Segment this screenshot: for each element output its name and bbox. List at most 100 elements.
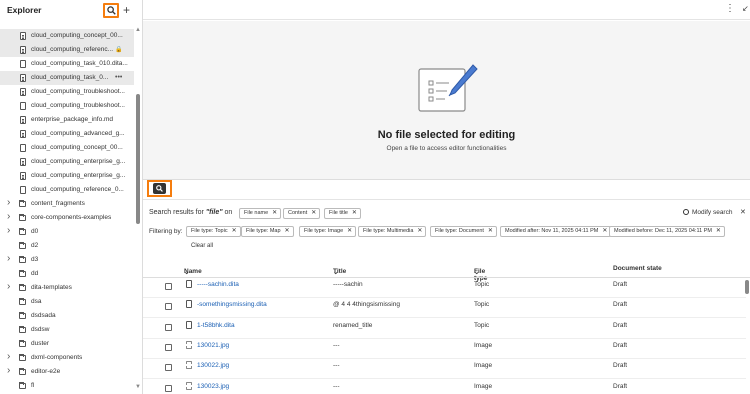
file-name-link[interactable]: -somethingsmissing.dita [197, 301, 267, 308]
table-row[interactable]: -somethingsmissing.dita @ 4 4 4thingsismi… [143, 298, 746, 319]
filter-chip[interactable]: Modified before: Dec 11, 2025 04:11 PM ✕ [609, 226, 725, 237]
chevron-right-icon[interactable]: › [7, 281, 10, 294]
folder-tree-item[interactable]: dsa [0, 295, 134, 309]
folder-tree-item[interactable]: › d0 [0, 225, 134, 239]
file-tree-item[interactable]: cloud_computing_concept_00... [0, 29, 134, 43]
file-tree-item[interactable]: cloud_computing_advanced_g... [0, 127, 134, 141]
file-tree-item[interactable]: cloud_computing_task_0... ••• [0, 71, 134, 85]
chevron-right-icon[interactable]: › [7, 211, 10, 224]
folder-tree-item[interactable]: dsdsw [0, 323, 134, 337]
file-tree-item[interactable]: cloud_computing_task_010.dita... [0, 57, 134, 71]
file-tree-item[interactable]: enterprise_package_info.md [0, 113, 134, 127]
remove-chip-icon[interactable]: ✕ [232, 227, 237, 236]
file-tree-item[interactable]: cloud_computing_referenc... 🔒 [0, 43, 134, 57]
table-row[interactable]: 130023.jpg --- Image Draft [143, 380, 746, 394]
folder-tree-item[interactable]: dsdsada [0, 309, 134, 323]
file-name: cloud_computing_troubleshoot... [31, 88, 125, 95]
results-prefix: Search results for [149, 209, 204, 216]
more-options-icon[interactable]: ⋮ [725, 3, 735, 14]
file-name: cloud_computing_referenc... [31, 46, 114, 53]
filter-chip[interactable]: Modified after: Nov 11, 2025 04:11 PM ✕ [500, 226, 612, 237]
folder-tree-item[interactable]: duster [0, 337, 134, 351]
table-row[interactable]: 1-t58bhk.dita renamed_title Topic Draft [143, 319, 746, 339]
table-row[interactable]: -----sachin.dita -----sachin Topic Draft [143, 278, 746, 298]
table-scrollbar[interactable] [745, 280, 749, 294]
folder-icon [19, 340, 26, 347]
remove-chip-icon[interactable]: ✕ [417, 227, 422, 236]
collapse-arrow-icon[interactable]: ↙ [742, 4, 749, 13]
folder-tree-item[interactable]: › dita-templates [0, 281, 134, 295]
folder-icon [19, 228, 26, 235]
row-checkbox[interactable] [165, 343, 172, 351]
remove-chip-icon[interactable]: ✕ [602, 227, 607, 236]
file-tree-item[interactable]: cloud_computing_troubleshoot... [0, 85, 134, 99]
folder-tree-item[interactable]: d2 [0, 239, 134, 253]
chevron-right-icon[interactable]: › [7, 225, 10, 238]
file-tree-item[interactable]: cloud_computing_concept_00... [0, 141, 134, 155]
folder-icon [19, 284, 26, 291]
file-name: cloud_computing_reference_0... [31, 186, 124, 193]
row-checkbox[interactable] [165, 283, 172, 290]
remove-chip-icon[interactable]: ✕ [488, 227, 493, 236]
scope-chip[interactable]: File title ✕ [324, 208, 361, 219]
row-checkbox[interactable] [165, 384, 172, 392]
filter-chip[interactable]: File type: Image ✕ [299, 226, 357, 237]
add-icon[interactable]: + [123, 3, 130, 17]
folder-tree-item[interactable]: › editor-e2e [0, 365, 134, 379]
filter-chip[interactable]: File type: Map ✕ [241, 226, 294, 237]
remove-chip-icon[interactable]: ✕ [272, 209, 277, 218]
explorer-scrollbar[interactable]: ▲ ▼ [134, 24, 142, 394]
filter-chip[interactable]: File type: Document ✕ [430, 226, 497, 237]
file-name-link[interactable]: 130021.jpg [197, 342, 229, 349]
folder-tree-item[interactable]: › d3 [0, 253, 134, 267]
search-panel-toggle[interactable] [147, 180, 172, 197]
remove-chip-icon[interactable]: ✕ [352, 209, 357, 218]
file-name-link[interactable]: 1-t58bhk.dita [197, 322, 235, 329]
scroll-up-icon[interactable]: ▲ [135, 27, 141, 33]
row-checkbox[interactable] [165, 303, 172, 311]
file-tree-item[interactable]: cloud_computing_enterprise_g... [0, 169, 134, 183]
filter-chip[interactable]: File type: Multimedia ✕ [358, 226, 427, 237]
explorer-search-button[interactable] [103, 3, 119, 18]
row-checkbox[interactable] [165, 364, 172, 372]
file-title: --- [333, 382, 340, 390]
chevron-right-icon[interactable]: › [7, 351, 10, 364]
editor-topbar: ⋮ ↙ [143, 0, 750, 20]
scrollbar-thumb[interactable] [136, 94, 140, 224]
chevron-right-icon[interactable]: › [7, 197, 10, 210]
folder-icon [19, 242, 26, 249]
file-tree-item[interactable]: cloud_computing_enterprise_g... [0, 155, 134, 169]
file-name: cloud_computing_task_0... [31, 74, 109, 81]
table-row[interactable]: 130022.jpg --- Image Draft [143, 359, 746, 380]
chevron-right-icon[interactable]: › [7, 365, 10, 378]
folder-tree-item[interactable]: fl [0, 379, 134, 393]
scope-chip[interactable]: Content ✕ [283, 208, 321, 219]
file-name-link[interactable]: 130023.jpg [197, 383, 229, 390]
search-results-summary: Search results for "file" on [149, 209, 232, 216]
remove-chip-icon[interactable]: ✕ [311, 209, 316, 218]
modify-search-button[interactable]: Modify search [683, 209, 732, 216]
folder-tree-item[interactable]: › dxml-components [0, 351, 134, 365]
row-checkbox[interactable] [165, 323, 172, 331]
table-row[interactable]: 130021.jpg --- Image Draft [143, 339, 746, 359]
remove-chip-icon[interactable]: ✕ [285, 227, 290, 236]
filter-chip[interactable]: File type: Topic ✕ [186, 226, 241, 237]
remove-chip-icon[interactable]: ✕ [716, 227, 721, 236]
more-actions-icon[interactable]: ••• [115, 71, 122, 85]
file-tree-item[interactable]: cloud_computing_reference_0... [0, 183, 134, 197]
file-tree: cloud_computing_concept_00... cloud_compu… [0, 29, 134, 393]
file-name-link[interactable]: 130022.jpg [197, 362, 229, 369]
folder-name: d2 [31, 242, 39, 249]
file-tree-item[interactable]: cloud_computing_troubleshoot... [0, 99, 134, 113]
folder-tree-item[interactable]: dd [0, 267, 134, 281]
scope-chip[interactable]: File name ✕ [239, 208, 282, 219]
clear-all-button[interactable]: Clear all [191, 243, 213, 249]
close-search-icon[interactable]: ✕ [740, 208, 746, 216]
file-name-link[interactable]: -----sachin.dita [197, 281, 239, 288]
chevron-right-icon[interactable]: › [7, 253, 10, 266]
scroll-down-icon[interactable]: ▼ [135, 384, 141, 390]
remove-chip-icon[interactable]: ✕ [347, 227, 352, 236]
folder-tree-item[interactable]: › core-components-examples [0, 211, 134, 225]
panel-divider[interactable] [143, 179, 750, 180]
folder-tree-item[interactable]: › content_fragments [0, 197, 134, 211]
